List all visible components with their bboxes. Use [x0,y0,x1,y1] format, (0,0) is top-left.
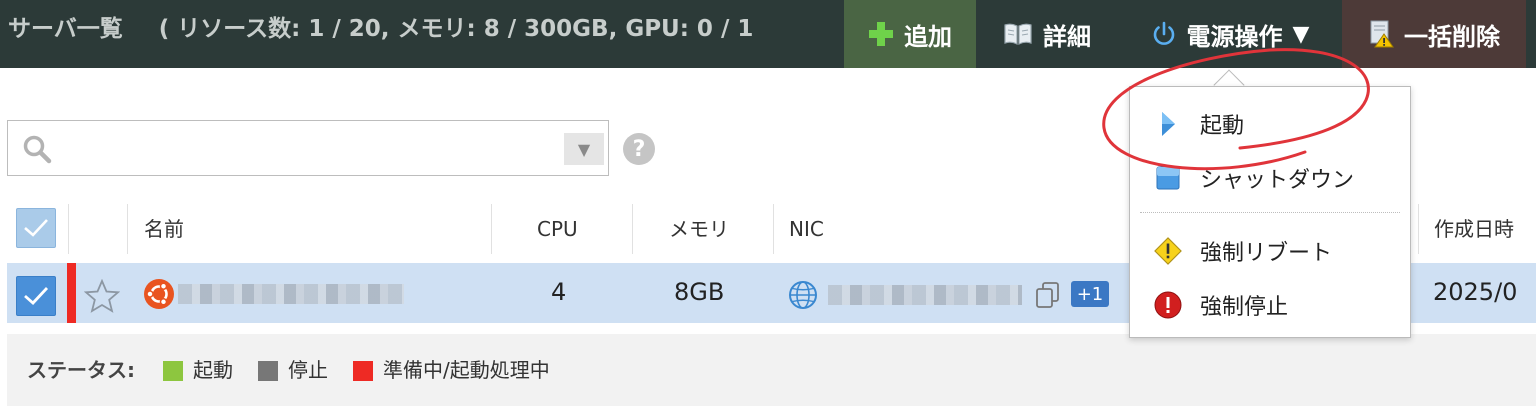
globe-icon [788,280,818,316]
column-header-nic[interactable]: NIC [789,198,824,260]
checkmark-icon [24,219,48,237]
memory-value: 8GB [674,278,725,306]
server-list-page: サーバ一覧 ( リソース数: 1 / 20, メモリ: 8 / 300GB, GP… [0,0,1536,406]
select-all-checkbox[interactable] [16,208,56,248]
legend-swatch-stopped [258,361,278,381]
play-icon [1154,110,1182,138]
legend-text-running: 起動 [193,358,233,382]
bulk-delete-button[interactable]: 一括削除 [1342,0,1526,68]
column-separator [773,204,774,254]
cpu-value: 4 [551,278,567,306]
legend-swatch-running [163,361,183,381]
menu-item-force-stop[interactable]: 強制停止 [1130,278,1410,332]
page-title: サーバ一覧 ( リソース数: 1 / 20, メモリ: 8 / 300GB, GP… [8,0,824,58]
row-checkbox[interactable] [16,276,56,316]
star-icon[interactable] [83,278,121,319]
additional-nic-badge[interactable]: +1 [1071,281,1109,307]
server-name-redacted [178,284,404,304]
menu-item-force-reboot[interactable]: 強制リブート [1130,224,1410,278]
warning-icon [1154,237,1182,265]
detail-button-label: 詳細 [1043,22,1091,51]
column-header-created[interactable]: 作成日時 [1434,198,1514,260]
legend-text-preparing: 準備中/起動処理中 [383,358,550,382]
warning-document-icon [1368,20,1394,48]
detail-button[interactable]: 詳細 [988,0,1106,68]
power-menu: 起動 シャットダウン 強制リブート 強制停止 [1129,86,1411,338]
ubuntu-os-icon [143,278,175,316]
stop-icon [1154,164,1182,192]
ip-address-redacted [828,285,1022,305]
help-icon[interactable]: ? [623,133,655,165]
column-separator [1418,204,1419,254]
column-header-cpu[interactable]: CPU [537,198,578,260]
error-icon [1154,291,1182,319]
search-input[interactable] [68,131,552,167]
menu-item-start[interactable]: 起動 [1130,97,1410,151]
plus-icon [868,21,894,47]
menu-item-shutdown[interactable]: シャットダウン [1130,151,1410,205]
power-icon [1151,21,1177,47]
copy-icon[interactable] [1035,281,1061,315]
menu-item-force-reboot-label: 強制リブート [1200,241,1333,266]
resource-summary: ( リソース数: 1 / 20, メモリ: 8 / 300GB, GPU: 0 … [158,16,754,42]
checkmark-icon [24,287,49,305]
column-separator [491,204,492,254]
status-legend: ステータス: 起動 停止 準備中/起動処理中 [7,334,1536,406]
column-header-name[interactable]: 名前 [144,198,184,260]
column-separator [632,204,633,254]
menu-item-start-label: 起動 [1200,114,1245,139]
caret-down-icon: ▼ [1292,21,1310,47]
menu-item-shutdown-label: シャットダウン [1200,168,1355,193]
search-icon [22,134,52,168]
column-header-memory[interactable]: メモリ [669,198,729,260]
power-button-label: 電源操作 [1186,22,1283,51]
search-box[interactable]: ▼ [7,120,609,176]
menu-item-force-stop-label: 強制停止 [1200,295,1289,320]
add-button[interactable]: 追加 [844,0,976,68]
status-label: ステータス: [27,358,135,382]
column-separator [68,204,69,254]
add-button-label: 追加 [904,22,952,51]
legend-text-stopped: 停止 [288,358,328,382]
status-indicator [67,263,76,323]
bulk-delete-label: 一括削除 [1404,22,1500,51]
search-dropdown-button[interactable]: ▼ [564,133,604,165]
created-date-value: 2025/0 [1433,278,1518,306]
power-button[interactable]: 電源操作 ▼ [1126,0,1334,68]
column-separator [127,204,128,254]
menu-separator [1140,212,1400,213]
page-title-text: サーバ一覧 [8,16,123,42]
header-bar: サーバ一覧 ( リソース数: 1 / 20, メモリ: 8 / 300GB, GP… [0,0,1536,68]
triangle-down-icon: ▼ [577,139,591,159]
book-icon [1003,22,1033,46]
legend-swatch-preparing [353,361,373,381]
